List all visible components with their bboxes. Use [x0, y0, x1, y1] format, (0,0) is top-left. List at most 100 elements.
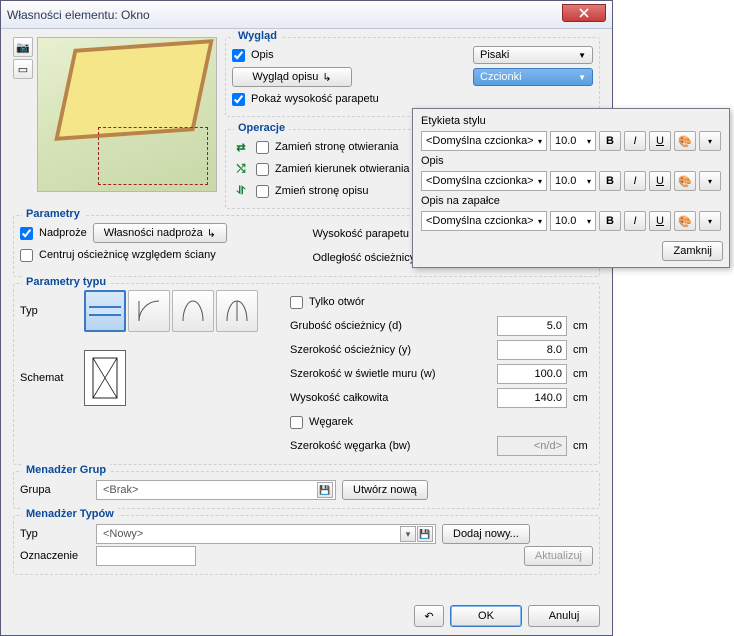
anuluj-label: Anuluj: [549, 610, 580, 622]
color-icon: 🎨: [678, 175, 692, 188]
size-select-3[interactable]: 10.0▾: [550, 211, 596, 231]
box-icon: ▭: [18, 63, 28, 76]
anuluj-button[interactable]: Anuluj: [528, 605, 600, 627]
font-select-3[interactable]: <Domyślna czcionka>▾: [421, 211, 547, 231]
czcionki-panel: Etykieta stylu <Domyślna czcionka>▾ 10.0…: [412, 108, 730, 268]
italic-button-3[interactable]: I: [624, 211, 646, 231]
oznaczenie-input[interactable]: [96, 546, 196, 566]
parametry-typu-legend: Parametry typu: [22, 276, 110, 288]
chevron-down-icon: ▼: [578, 51, 586, 60]
chevron-down-icon: ▾: [587, 177, 591, 186]
szer-weg-label: Szerokość węgarka (bw): [290, 440, 491, 452]
bold-button-1[interactable]: B: [599, 131, 621, 151]
wlas-nadproza-button[interactable]: Własności nadproża ↳: [93, 223, 227, 243]
color-button-2[interactable]: 🎨: [674, 171, 696, 191]
type-btn-4[interactable]: [216, 290, 258, 332]
font-select-1[interactable]: <Domyślna czcionka>▾: [421, 131, 547, 151]
grubosc-input[interactable]: [497, 316, 567, 336]
tylko-otwor-checkbox[interactable]: [290, 296, 303, 309]
color-button-1[interactable]: 🎨: [674, 131, 696, 151]
more-button-2[interactable]: ▾: [699, 171, 721, 191]
nadproze-label: Nadproże: [39, 227, 87, 239]
pisaki-dropdown[interactable]: Pisaki▼: [473, 46, 593, 64]
wegarek-label: Węgarek: [309, 416, 353, 428]
close-button[interactable]: [562, 4, 606, 22]
underline-button-2[interactable]: U: [649, 171, 671, 191]
bold-button-3[interactable]: B: [599, 211, 621, 231]
nadproze-checkbox[interactable]: [20, 227, 33, 240]
type1-icon: [89, 302, 121, 320]
szer-swiatle-input[interactable]: [497, 364, 567, 384]
wys-calk-input[interactable]: [497, 388, 567, 408]
zmien-strone-opisu-checkbox[interactable]: [256, 185, 269, 198]
utworz-label: Utwórz nową: [353, 484, 417, 496]
chevron-down-icon: ▾: [708, 217, 712, 226]
zamien-kierunek-checkbox[interactable]: [256, 163, 269, 176]
unit-label: cm: [573, 392, 593, 404]
more-button-1[interactable]: ▾: [699, 131, 721, 151]
italic-button-1[interactable]: I: [624, 131, 646, 151]
typ-value: <Nowy>: [99, 528, 400, 540]
underline-button-3[interactable]: U: [649, 211, 671, 231]
dropdown-icon[interactable]: ▾: [400, 526, 416, 542]
chevron-down-icon: ▾: [538, 217, 542, 226]
zamknij-button[interactable]: Zamknij: [662, 241, 723, 261]
operacje-legend: Operacje: [234, 122, 289, 134]
wys-calk-label: Wysokość całkowita: [290, 392, 491, 404]
italic-button-2[interactable]: I: [624, 171, 646, 191]
preview-3d[interactable]: [37, 37, 217, 192]
schemat-button[interactable]: [84, 350, 126, 406]
zamien-strone-checkbox[interactable]: [256, 141, 269, 154]
wegarek-checkbox[interactable]: [290, 416, 303, 429]
opis-checkbox[interactable]: [232, 49, 245, 62]
type-btn-3[interactable]: [172, 290, 214, 332]
title-text: Własności elementu: Okno: [7, 8, 562, 22]
size-select-2[interactable]: 10.0▾: [550, 171, 596, 191]
chevron-down-icon: ▾: [708, 177, 712, 186]
wlas-nadproza-label: Własności nadproża: [104, 227, 203, 239]
underline-button-1[interactable]: U: [649, 131, 671, 151]
dodaj-nowy-button[interactable]: Dodaj nowy...: [442, 524, 530, 544]
menadzer-typow-group: Menadżer Typów Typ <Nowy> ▾ 💾 Dodaj nowy…: [13, 515, 600, 575]
color-icon: 🎨: [678, 135, 692, 148]
centruj-checkbox[interactable]: [20, 249, 33, 262]
type-btn-2[interactable]: [128, 290, 170, 332]
font-select-2[interactable]: <Domyślna czcionka>▾: [421, 171, 547, 191]
size-select-1[interactable]: 10.0▾: [550, 131, 596, 151]
chevron-down-icon: ▾: [587, 217, 591, 226]
unit-label: cm: [573, 320, 593, 332]
czcionki-dropdown[interactable]: Czcionki▼: [473, 68, 593, 86]
etykieta-stylu-label: Etykieta stylu: [421, 115, 721, 127]
schemat-label: Schemat: [20, 372, 76, 384]
oznaczenie-label: Oznaczenie: [20, 550, 90, 562]
box-tool[interactable]: ▭: [13, 59, 33, 79]
camera-icon: 📷: [16, 41, 30, 54]
menadzer-typow-legend: Menadżer Typów: [22, 508, 118, 520]
grupa-select[interactable]: <Brak> 💾: [96, 480, 336, 500]
typ-label: Typ: [20, 305, 76, 317]
color-button-3[interactable]: 🎨: [674, 211, 696, 231]
ok-button[interactable]: OK: [450, 605, 522, 627]
undo-button[interactable]: ↶: [414, 605, 444, 627]
opis-zapalka-label: Opis na zapałce: [421, 195, 721, 207]
camera-tool[interactable]: 📷: [13, 37, 33, 57]
utworz-nowa-button[interactable]: Utwórz nową: [342, 480, 428, 500]
parametry-legend: Parametry: [22, 208, 84, 220]
menadzer-grup-legend: Menadżer Grup: [22, 464, 110, 476]
save-icon[interactable]: 💾: [417, 526, 433, 542]
save-icon[interactable]: 💾: [317, 482, 333, 498]
chevron-down-icon: ▾: [708, 137, 712, 146]
wyglad-opisu-button[interactable]: Wygląd opisu ↳: [232, 67, 352, 87]
typ-select[interactable]: <Nowy> ▾ 💾: [96, 524, 436, 544]
more-button-3[interactable]: ▾: [699, 211, 721, 231]
zmien-strone-opisu-label: Zmień stronę opisu: [275, 185, 369, 197]
aktualizuj-button[interactable]: Aktualizuj: [524, 546, 593, 566]
pokaz-wys-checkbox[interactable]: [232, 93, 245, 106]
opis-font-label: Opis: [421, 155, 721, 167]
szer-osc-input[interactable]: [497, 340, 567, 360]
dialog-window: Własności elementu: Okno 📷 ▭ Wygląd: [0, 0, 613, 636]
type-btn-1[interactable]: [84, 290, 126, 332]
chevron-down-icon: ▾: [538, 137, 542, 146]
grupa-value: <Brak>: [99, 484, 317, 496]
bold-button-2[interactable]: B: [599, 171, 621, 191]
